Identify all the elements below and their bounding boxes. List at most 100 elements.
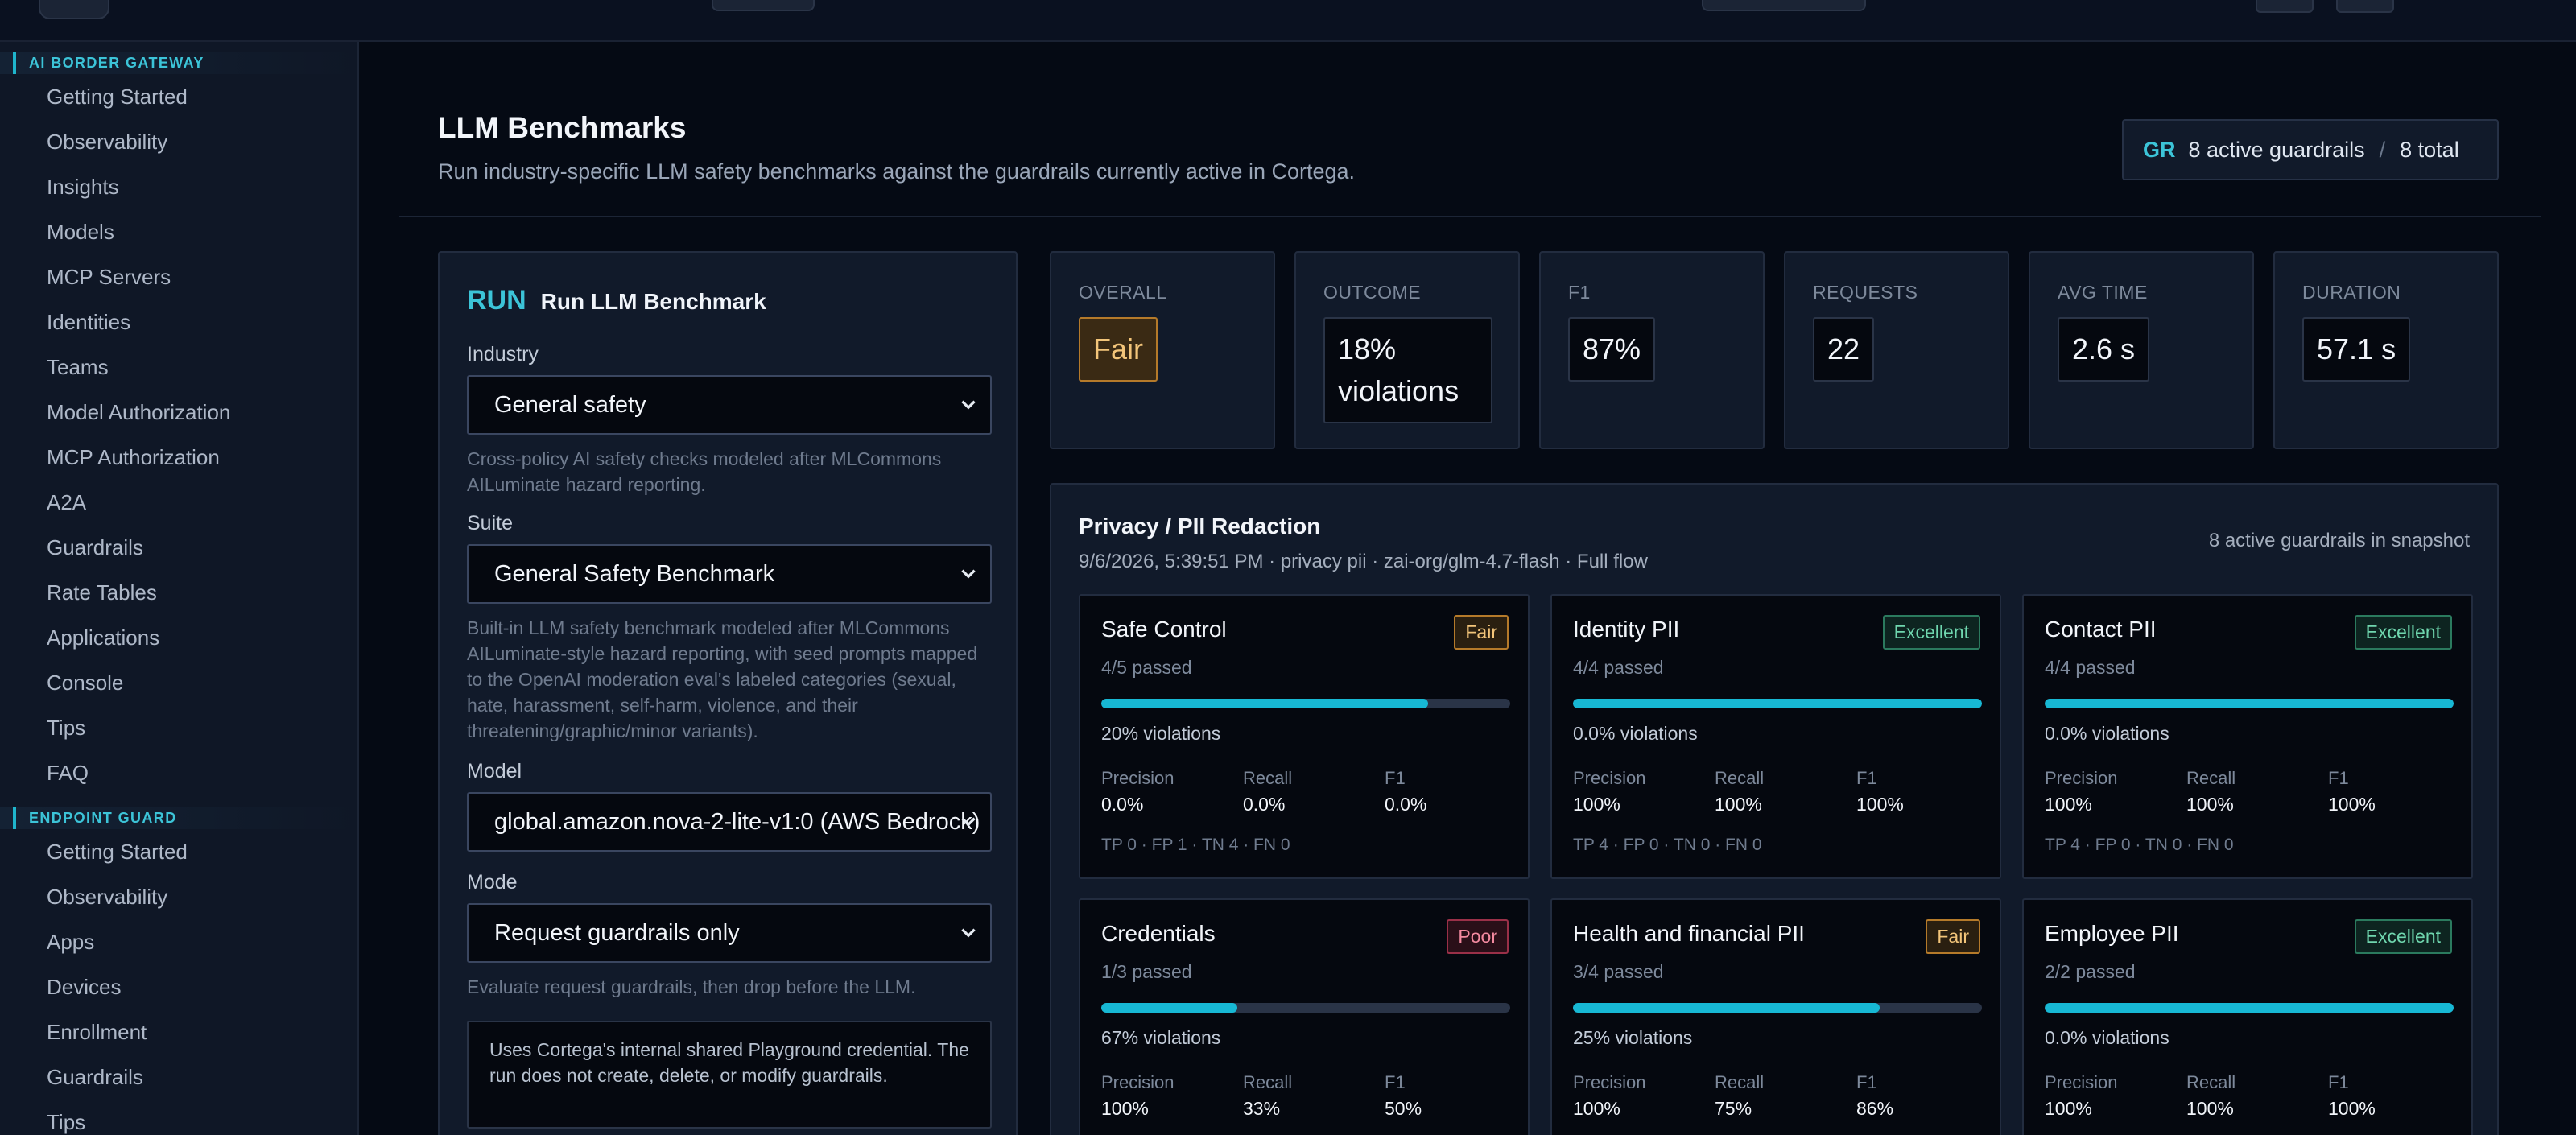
stat-card-avg-time: AVG TIME 2.6 s <box>2029 251 2254 449</box>
f1-value: 50% <box>1385 1098 1422 1119</box>
sidebar-item-tips[interactable]: Tips <box>0 1100 357 1135</box>
stat-value: 57.1 s <box>2302 317 2411 382</box>
top-search-input[interactable] <box>1702 0 1866 11</box>
total-guardrails-count: 8 total <box>2400 137 2459 162</box>
pass-progress-bar <box>1101 699 1510 708</box>
stat-label: F1 <box>1568 282 1591 303</box>
f1-label: F1 <box>1385 1072 1406 1092</box>
sidebar-section-header: AI BORDER GATEWAY <box>0 52 357 74</box>
benchmark-results-panel: Privacy / PII Redaction 9/6/2026, 5:39:5… <box>1050 483 2499 1135</box>
sidebar-item-observability[interactable]: Observability <box>0 119 357 164</box>
mode-select[interactable]: Request guardrails only <box>467 903 992 963</box>
precision-label: Precision <box>1101 768 1174 788</box>
mode-select-value: Request guardrails only <box>494 919 740 946</box>
sidebar-item-applications[interactable]: Applications <box>0 615 357 660</box>
category-name: Employee PII <box>2045 921 2179 946</box>
rating-badge: Fair <box>1926 919 1980 954</box>
run-panel-title: Run LLM Benchmark <box>540 289 766 314</box>
main-content: LLM Benchmarks Run industry-specific LLM… <box>359 42 2576 1135</box>
top-nav-button[interactable] <box>712 0 815 11</box>
violations-rate: 25% violations <box>1573 1027 1693 1048</box>
f1-label: F1 <box>1856 1072 1877 1092</box>
recall-value: 33% <box>1243 1098 1281 1119</box>
stat-card-outcome: OUTCOME 18% violations <box>1294 251 1520 449</box>
progress-fill <box>1573 1003 1880 1013</box>
sidebar-section-header: ENDPOINT GUARD <box>0 807 357 829</box>
violations-rate: 0.0% violations <box>2045 1027 2169 1048</box>
badge-separator: / <box>2379 137 2386 162</box>
recall-label: Recall <box>2186 768 2236 788</box>
f1-value: 0.0% <box>1385 794 1427 815</box>
suite-select[interactable]: General Safety Benchmark <box>467 544 992 604</box>
progress-fill <box>1573 699 1982 708</box>
app-logo[interactable] <box>39 0 109 19</box>
guardrails-tag: GR <box>2143 137 2176 162</box>
chevron-down-icon <box>961 817 976 827</box>
industry-select[interactable]: General safety <box>467 375 992 435</box>
suite-label: Suite <box>467 512 513 534</box>
stat-value: 18% violations <box>1323 317 1492 423</box>
stat-card-f1: F1 87% <box>1539 251 1765 449</box>
progress-fill <box>2045 1003 2454 1013</box>
recall-value: 75% <box>1715 1098 1752 1119</box>
sidebar-item-model-authorization[interactable]: Model Authorization <box>0 390 357 435</box>
run-benchmark-panel: RUN Run LLM Benchmark Industry General s… <box>438 251 1018 1135</box>
chevron-down-icon <box>961 400 976 410</box>
precision-label: Precision <box>1101 1072 1174 1092</box>
sidebar-item-enrollment[interactable]: Enrollment <box>0 1009 357 1055</box>
sidebar-item-a2a[interactable]: A2A <box>0 480 357 525</box>
model-select[interactable]: global.amazon.nova-2-lite-v1:0 (AWS Bedr… <box>467 792 992 852</box>
sidebar-item-mcp-authorization[interactable]: MCP Authorization <box>0 435 357 480</box>
rating-badge: Poor <box>1447 919 1509 954</box>
stat-label: DURATION <box>2302 282 2401 303</box>
sidebar-item-models[interactable]: Models <box>0 209 357 254</box>
chevron-down-icon <box>961 569 976 579</box>
sidebar-item-teams[interactable]: Teams <box>0 345 357 390</box>
sidebar-item-tips[interactable]: Tips <box>0 705 357 750</box>
sidebar-item-guardrails[interactable]: Guardrails <box>0 525 357 570</box>
f1-value: 86% <box>1856 1098 1894 1119</box>
top-action-button[interactable] <box>2256 0 2314 13</box>
model-label: Model <box>467 760 522 782</box>
f1-value: 100% <box>2328 1098 2376 1119</box>
precision-value: 100% <box>1573 794 1620 815</box>
stat-value: 2.6 s <box>2058 317 2150 382</box>
rating-badge: Fair <box>1454 615 1509 650</box>
results-title: Privacy / PII Redaction <box>1079 514 1321 539</box>
sidebar-item-insights[interactable]: Insights <box>0 164 357 209</box>
violations-rate: 20% violations <box>1101 723 1221 744</box>
stat-label: REQUESTS <box>1813 282 1918 303</box>
passed-count: 2/2 passed <box>2045 961 2136 982</box>
category-name: Identity PII <box>1573 617 1680 642</box>
category-name: Contact PII <box>2045 617 2157 642</box>
passed-count: 4/4 passed <box>1573 657 1664 678</box>
violations-rate: 0.0% violations <box>1573 723 1698 744</box>
sidebar-item-mcp-servers[interactable]: MCP Servers <box>0 254 357 299</box>
sidebar-item-faq[interactable]: FAQ <box>0 750 357 795</box>
results-subtitle: 9/6/2026, 5:39:51 PM · privacy pii · zai… <box>1079 551 1648 572</box>
violations-rate: 67% violations <box>1101 1027 1221 1048</box>
stat-label: OUTCOME <box>1323 282 1422 303</box>
sidebar-item-devices[interactable]: Devices <box>0 964 357 1009</box>
rating-badge: Excellent <box>1882 615 1980 650</box>
sidebar-item-console[interactable]: Console <box>0 660 357 705</box>
recall-value: 100% <box>2186 1098 2234 1119</box>
precision-value: 100% <box>1573 1098 1620 1119</box>
top-action-button[interactable] <box>2336 0 2394 13</box>
sidebar-item-guardrails[interactable]: Guardrails <box>0 1055 357 1100</box>
violations-rate: 0.0% violations <box>2045 723 2169 744</box>
f1-label: F1 <box>1856 768 1877 788</box>
precision-label: Precision <box>2045 1072 2118 1092</box>
sidebar-item-identities[interactable]: Identities <box>0 299 357 345</box>
f1-label: F1 <box>2328 768 2349 788</box>
recall-label: Recall <box>1243 1072 1293 1092</box>
sidebar-item-getting-started[interactable]: Getting Started <box>0 829 357 874</box>
sidebar-item-observability[interactable]: Observability <box>0 874 357 919</box>
sidebar-item-getting-started[interactable]: Getting Started <box>0 74 357 119</box>
model-select-value: global.amazon.nova-2-lite-v1:0 (AWS Bedr… <box>494 808 980 835</box>
sidebar-item-rate-tables[interactable]: Rate Tables <box>0 570 357 615</box>
stat-label: AVG TIME <box>2058 282 2148 303</box>
sidebar-item-apps[interactable]: Apps <box>0 919 357 964</box>
stat-label: OVERALL <box>1079 282 1167 303</box>
precision-value: 100% <box>1101 1098 1149 1119</box>
